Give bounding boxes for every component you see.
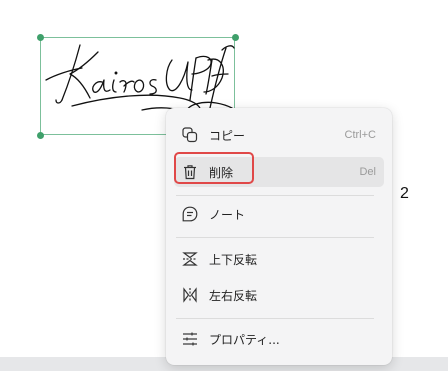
context-menu: コピー Ctrl+C 削除 Del ノート 上下反転 左右反転 プロパティ...: [166, 108, 392, 365]
annotation-number: 2: [400, 185, 409, 202]
flip-horizontal-icon: [179, 284, 201, 306]
menu-separator: [176, 237, 374, 238]
menu-item-label: 上下反転: [209, 252, 258, 267]
copy-icon: [179, 124, 201, 146]
menu-item-label: ノート: [209, 207, 246, 222]
menu-item-label: プロパティ...: [209, 332, 280, 347]
properties-icon: [179, 328, 201, 350]
flip-vertical-icon: [179, 248, 201, 270]
menu-item-flip-vertical[interactable]: 上下反転: [174, 244, 384, 274]
menu-separator: [176, 318, 374, 319]
menu-item-properties[interactable]: プロパティ...: [174, 324, 384, 354]
highlight-box: [174, 152, 254, 184]
menu-item-label: 左右反転: [209, 288, 258, 303]
menu-separator: [176, 195, 374, 196]
menu-item-label: コピー: [209, 128, 246, 143]
menu-item-shortcut: Del: [359, 166, 376, 178]
menu-item-note[interactable]: ノート: [174, 199, 384, 229]
menu-item-shortcut: Ctrl+C: [344, 129, 376, 141]
note-icon: [179, 203, 201, 225]
menu-item-copy[interactable]: コピー Ctrl+C: [174, 120, 384, 150]
menu-item-flip-horizontal[interactable]: 左右反転: [174, 280, 384, 310]
